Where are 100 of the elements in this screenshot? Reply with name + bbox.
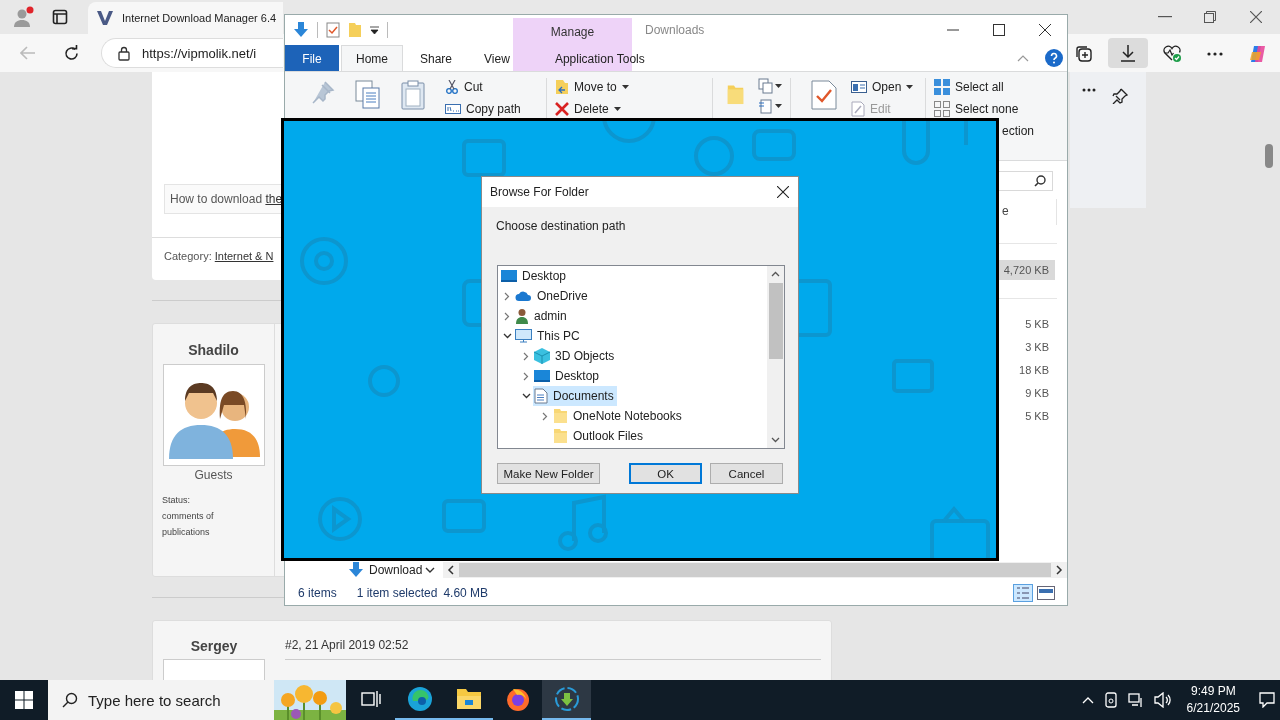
ribbon-command[interactable]: Select none [934,100,1035,118]
download-icon [1120,44,1136,62]
desktop-icon [501,269,517,283]
profile-icon[interactable] [11,6,35,28]
column-header[interactable]: e [1002,204,1009,218]
file-size[interactable]: 9 KB [997,383,1055,403]
tree-item[interactable]: OneNote Notebooks [552,406,685,426]
window-icon [851,81,867,93]
dialog-button[interactable]: OK [629,463,702,484]
collapse-ribbon-icon[interactable] [1017,54,1029,62]
collections-icon[interactable] [1075,45,1093,63]
new-item-icon[interactable] [758,78,782,94]
downloads-button[interactable] [1108,38,1148,68]
collapse-icon[interactable] [502,333,512,339]
file-size[interactable]: 5 KB [997,314,1055,334]
chevron-up-icon[interactable] [1081,696,1094,704]
dialog-button[interactable]: Cancel [710,463,783,484]
ribbon-command[interactable]: ection [1002,122,1035,140]
ribbon-command[interactable]: Delete [555,100,629,118]
tree-item[interactable]: admin [514,306,570,326]
ribbon-tab[interactable]: File [285,45,339,71]
scroll-up-icon[interactable] [771,271,780,277]
address-field[interactable]: https://vipmolik.net/i [101,38,283,68]
author-name[interactable]: Sergey [190,638,238,654]
ribbon-tab[interactable]: Home [341,45,403,71]
caret-icon[interactable] [370,26,379,34]
chevron-down-icon[interactable] [425,566,435,574]
ribbon-tab[interactable]: Share [405,45,468,71]
collapse-icon[interactable] [521,393,531,399]
tree-item[interactable]: OneDrive [514,286,591,306]
more-icon[interactable] [1082,88,1096,92]
clock-date[interactable]: 6/21/2025 [1186,700,1240,717]
ribbon-command[interactable]: Cut [445,78,521,96]
computer-icon [515,329,532,343]
category-link[interactable]: Internet & N [214,250,274,262]
expand-icon[interactable] [504,311,510,321]
tree-item[interactable]: 3D Objects [533,346,618,366]
start-icon[interactable] [15,691,33,709]
file-size[interactable]: 18 KB [997,360,1055,380]
taskbar-search[interactable]: Type here to search [48,680,346,720]
minimize-icon[interactable] [1158,16,1172,18]
maximize-icon[interactable] [993,24,1005,36]
more-icon[interactable] [1207,52,1223,56]
restore-icon[interactable] [1204,11,1216,23]
browser-icon [504,686,531,712]
author-name[interactable]: Shadilo [188,342,239,358]
file-size[interactable]: 3 KB [997,337,1055,357]
download-icon[interactable] [293,21,309,39]
scrollbar[interactable] [443,562,1067,578]
taskbar-app[interactable] [542,680,591,720]
file-size[interactable]: 5 KB [997,406,1055,426]
pin-icon[interactable] [1112,88,1128,104]
expand-icon[interactable] [523,371,529,381]
status-text: comments of publications [162,510,215,539]
ribbon-command[interactable]: Copy path [445,100,521,118]
user-group: Guests [194,468,233,482]
scroll-right-icon[interactable] [1055,565,1063,575]
close-icon[interactable] [777,186,789,198]
tree-item[interactable]: Outlook Files [552,426,647,446]
properties-icon[interactable] [326,22,340,38]
tree-item[interactable]: Desktop [533,366,603,386]
nav-item[interactable]: Download [349,562,425,578]
device-icon[interactable] [1103,692,1118,708]
clock-time[interactable]: 9:49 PM [1190,683,1236,700]
search-icon [1034,175,1046,187]
expand-icon[interactable] [504,291,510,301]
health-icon[interactable] [1162,44,1182,63]
help-icon[interactable] [1045,49,1063,67]
tree-item[interactable]: Documents [533,386,617,406]
taskbar-search-field[interactable]: Type here to search [88,691,268,709]
preview-view-icon[interactable] [1037,586,1055,600]
browser-tab[interactable]: Internet Download Manager 6.4 [88,2,283,34]
expand-icon[interactable] [542,411,548,421]
file-size[interactable]: 4,720 KB [997,260,1055,280]
close-icon[interactable] [1039,24,1051,36]
copilot-icon[interactable] [1248,44,1268,64]
expand-icon[interactable] [523,351,529,361]
tab-actions-icon[interactable] [52,9,68,25]
scroll-left-icon[interactable] [447,565,455,575]
volume-icon[interactable] [1153,692,1172,708]
ribbon-command[interactable]: Open [851,78,914,96]
ribbon-command[interactable]: Move to [555,78,629,96]
notification-icon[interactable] [1259,692,1275,708]
download-icon [349,562,363,578]
path-icon [445,104,461,114]
article-link[interactable]: the [265,192,283,206]
ribbon-tab[interactable]: View [469,45,525,71]
ribbon-tab[interactable]: Application Tools [540,45,659,71]
tree-item[interactable]: Desktop [500,266,570,286]
easy-access-icon[interactable] [758,98,782,114]
scroll-down-icon[interactable] [771,437,780,443]
ribbon-command[interactable]: Select all [934,78,1035,96]
refresh-icon[interactable] [63,45,80,62]
tree-item[interactable]: This PC [514,326,583,346]
dialog-button[interactable]: Make New Folder [497,463,600,484]
properties-icon[interactable] [811,80,837,110]
network-icon[interactable] [1127,692,1144,708]
select-none-icon [934,101,950,117]
folder-icon [455,688,482,710]
scrollbar[interactable] [767,266,784,448]
